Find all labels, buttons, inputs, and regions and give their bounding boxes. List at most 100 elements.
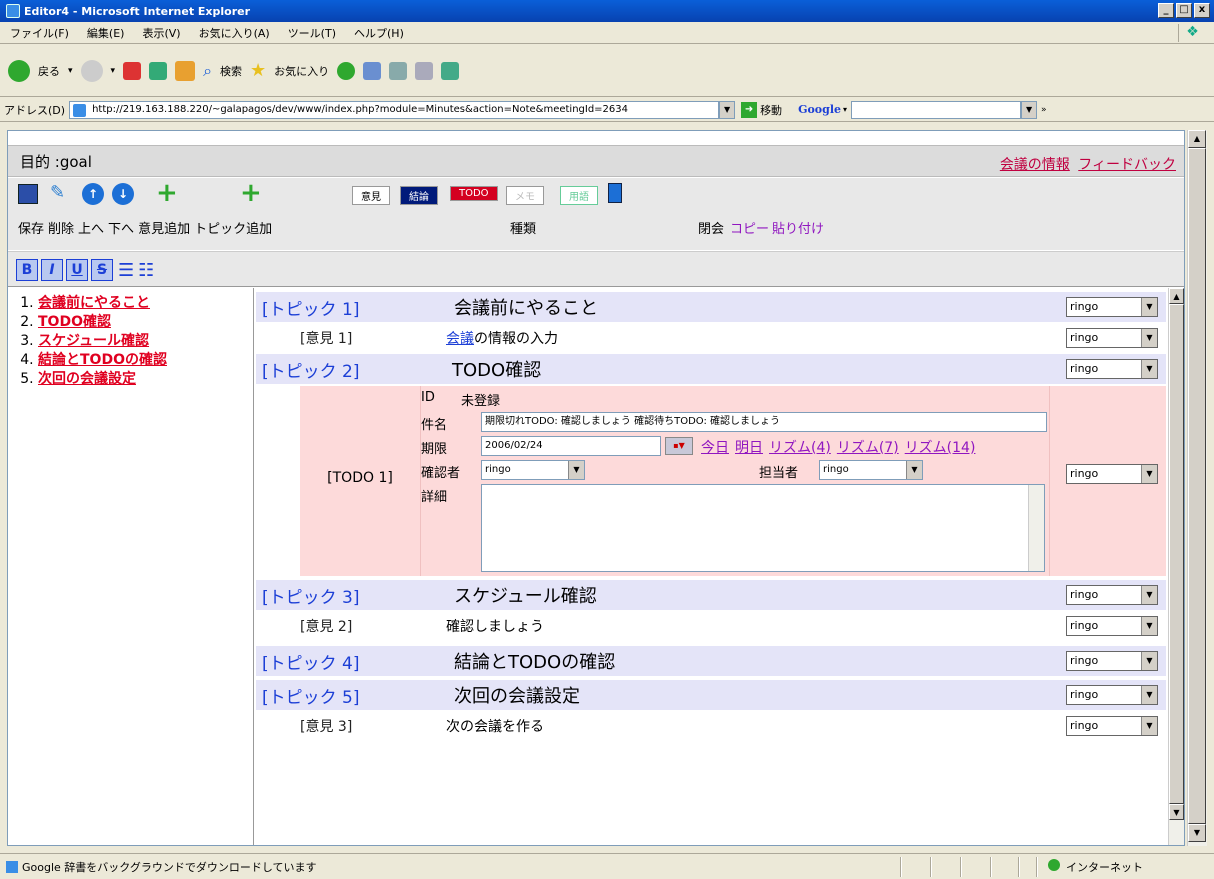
feedback-link[interactable]: フィードバック	[1078, 157, 1176, 173]
numbered-list-icon[interactable]: ☷	[138, 260, 154, 281]
add-opinion-icon[interactable]: +	[156, 178, 178, 208]
todo-due-input[interactable]: 2006/02/24	[481, 436, 661, 456]
owner-select[interactable]: ringo ▼	[1066, 651, 1158, 671]
editor-scrollbar[interactable]: ▲ ▼	[1168, 288, 1184, 845]
meeting-link[interactable]: 会議	[446, 331, 474, 347]
owner-select[interactable]: ringo ▼	[1066, 359, 1158, 379]
delete-icon[interactable]: ✎	[50, 182, 70, 203]
menu-view[interactable]: 表示(V)	[132, 25, 188, 41]
stop-icon[interactable]	[123, 61, 142, 80]
scroll-thumb[interactable]	[1188, 148, 1206, 824]
edit-icon[interactable]	[415, 61, 434, 80]
topic-title[interactable]: 次回の会議設定	[416, 682, 580, 708]
favorites-button-label[interactable]: お気に入り	[274, 63, 329, 79]
topic-row[interactable]: [トピック 3] スケジュール確認 ringo ▼	[256, 580, 1166, 610]
add-topic-label[interactable]: トピック追加	[194, 218, 272, 237]
scroll-up-icon[interactable]: ▲	[1188, 130, 1206, 148]
toolbar-overflow-icon[interactable]: »	[1041, 105, 1047, 115]
back-button-label[interactable]: 戻る	[38, 63, 60, 79]
owner-select[interactable]: ringo ▼	[1066, 328, 1158, 348]
menu-tools[interactable]: ツール(T)	[278, 25, 344, 41]
todo-detail-textarea[interactable]	[481, 484, 1045, 572]
owner-select[interactable]: ringo ▼	[1066, 616, 1158, 636]
due-today-link[interactable]: 今日	[701, 437, 729, 457]
scroll-down-icon[interactable]: ▼	[1188, 824, 1206, 842]
tag-conclusion-button[interactable]: 結論	[400, 186, 438, 205]
address-input[interactable]: http://219.163.188.220/~galapagos/dev/ww…	[69, 100, 720, 119]
down-label[interactable]: 下へ	[108, 218, 134, 237]
save-icon[interactable]	[18, 184, 38, 204]
underline-button[interactable]: U	[66, 259, 88, 281]
topic-row[interactable]: [トピック 4] 結論とTODOの確認 ringo ▼	[256, 646, 1166, 676]
print-icon[interactable]	[389, 61, 408, 80]
go-button-label[interactable]: 移動	[760, 102, 782, 118]
topic-title[interactable]: TODO確認	[416, 356, 541, 382]
google-toolbar-button[interactable]: Google	[798, 103, 841, 116]
back-dropdown-icon[interactable]: ▾	[68, 66, 73, 76]
todo-assignee-select[interactable]: ringo ▼	[819, 460, 923, 480]
opinion-row[interactable]: [意見 2] 確認しましょう ringo ▼	[256, 612, 1166, 640]
close-button[interactable]: x	[1194, 3, 1210, 18]
google-dropdown-icon[interactable]: ▾	[843, 105, 847, 114]
opinion-title[interactable]: 次の会議を作る	[416, 716, 544, 736]
menu-edit[interactable]: 編集(E)	[77, 25, 133, 41]
save-label[interactable]: 保存	[18, 218, 44, 237]
scroll-up-icon[interactable]: ▲	[1169, 288, 1184, 304]
meeting-info-link[interactable]: 会議の情報	[1000, 157, 1070, 173]
opinion-row[interactable]: [意見 1] 会議の情報の入力 ringo ▼	[256, 324, 1166, 352]
outline-item[interactable]: 次回の会議設定	[38, 370, 253, 389]
topic-title[interactable]: スケジュール確認	[416, 582, 597, 608]
close-meeting-door-icon[interactable]	[608, 183, 622, 203]
opinion-title[interactable]: 確認しましょう	[416, 616, 544, 636]
google-search-input[interactable]	[851, 100, 1022, 119]
calendar-icon[interactable]: ▪▼	[665, 437, 693, 455]
home-icon[interactable]	[175, 60, 196, 81]
topic-row[interactable]: [トピック 2] TODO確認 ringo ▼	[256, 354, 1166, 384]
favorites-star-icon[interactable]: ★	[250, 60, 266, 81]
topic-title[interactable]: 会議前にやること	[416, 294, 598, 320]
tag-term-button[interactable]: 用語	[560, 186, 598, 205]
address-dropdown-icon[interactable]: ▼	[719, 100, 736, 119]
owner-select[interactable]: ringo ▼	[1066, 585, 1158, 605]
back-arrow-icon[interactable]	[8, 59, 30, 82]
bullet-list-icon[interactable]: ☰	[118, 260, 134, 281]
browser-scrollbar[interactable]: ▲ ▼	[1187, 130, 1207, 846]
owner-select[interactable]: ringo ▼	[1066, 685, 1158, 705]
mail-icon[interactable]	[363, 61, 382, 80]
move-down-icon[interactable]: ↓	[112, 183, 134, 205]
owner-select[interactable]: ringo ▼	[1066, 297, 1158, 317]
outline-item[interactable]: 結論とTODOの確認	[38, 351, 253, 370]
move-up-icon[interactable]: ↑	[82, 183, 104, 205]
add-opinion-label[interactable]: 意見追加	[138, 218, 190, 237]
todo-checker-select[interactable]: ringo ▼	[481, 460, 585, 480]
opinion-title[interactable]: 会議の情報の入力	[416, 328, 558, 348]
history-icon[interactable]	[337, 61, 356, 80]
minimize-button[interactable]: _	[1158, 3, 1174, 18]
topic-row[interactable]: [トピック 5] 次回の会議設定 ringo ▼	[256, 680, 1166, 710]
tag-opinion-button[interactable]: 意見	[352, 186, 390, 205]
todo-name-input[interactable]: 期限切れTODO: 確認しましょう 確認待ちTODO: 確認しましょう	[481, 412, 1047, 432]
topic-title[interactable]: 結論とTODOの確認	[416, 648, 615, 674]
menu-favorites[interactable]: お気に入り(A)	[189, 25, 278, 41]
go-arrow-icon[interactable]: ➜	[741, 101, 758, 118]
owner-select[interactable]: ringo ▼	[1066, 716, 1158, 736]
search-icon[interactable]: ⌕	[203, 61, 212, 81]
tag-todo-button[interactable]: TODO	[450, 186, 498, 201]
strike-button[interactable]: S	[91, 259, 113, 281]
due-rhythm14-link[interactable]: リズム(14)	[905, 437, 976, 457]
delete-label[interactable]: 削除	[48, 218, 74, 237]
italic-button[interactable]: I	[41, 259, 63, 281]
scroll-thumb[interactable]	[1169, 304, 1184, 804]
due-rhythm4-link[interactable]: リズム(4)	[769, 437, 831, 457]
due-rhythm7-link[interactable]: リズム(7)	[837, 437, 899, 457]
opinion-row[interactable]: [意見 3] 次の会議を作る ringo ▼	[256, 712, 1166, 740]
tag-memo-button[interactable]: メモ	[506, 186, 544, 205]
refresh-icon[interactable]	[149, 61, 168, 80]
outline-item[interactable]: TODO確認	[38, 313, 253, 332]
menu-help[interactable]: ヘルプ(H)	[344, 25, 412, 41]
add-topic-icon[interactable]: +	[240, 178, 262, 208]
close-meeting-label[interactable]: 閉会	[698, 218, 724, 237]
outline-item[interactable]: スケジュール確認	[38, 332, 253, 351]
scroll-down-icon[interactable]: ▼	[1169, 804, 1184, 820]
maximize-button[interactable]: □	[1176, 3, 1192, 18]
